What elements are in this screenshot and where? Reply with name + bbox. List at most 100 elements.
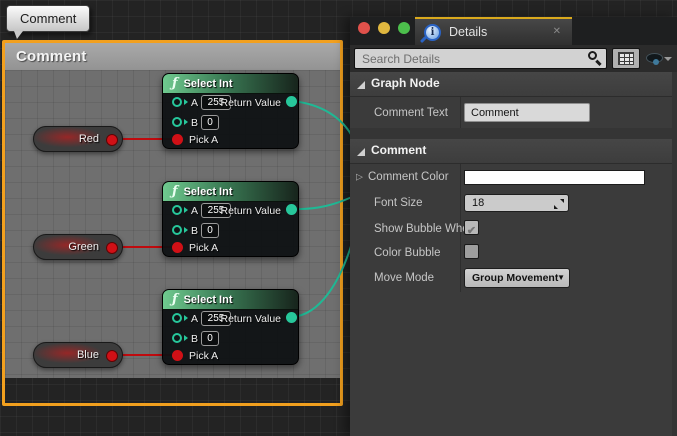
blueprint-editor: Comment ƒ Select Int A 255 Return Value … (0, 0, 677, 436)
comment-group-title: Comment (16, 48, 87, 65)
search-toolbar (350, 45, 677, 72)
dropdown-caret-icon: ▼ (557, 273, 565, 282)
row-comment-text: Comment Text (350, 97, 677, 128)
details-panel: i Details ✕ (350, 17, 677, 436)
pin-a-label: A (191, 205, 198, 217)
section-expanded-icon[interactable] (357, 81, 365, 89)
section-graph-node[interactable]: Graph Node (350, 72, 677, 97)
comment-tooltip: Comment (6, 5, 90, 32)
pin-b-chevron-icon (184, 335, 188, 341)
return-value-label: Return Value (220, 97, 281, 109)
pin-b-value-field[interactable]: 0 (201, 115, 219, 130)
node-title: Select Int (184, 294, 233, 306)
variable-output-pin[interactable] (106, 242, 118, 254)
select-int-node-2-header[interactable]: ƒ Select Int (163, 182, 298, 202)
pick-a-label: Pick A (189, 350, 218, 362)
node-title: Select Int (184, 186, 233, 198)
tab-close-icon[interactable]: ✕ (553, 26, 561, 37)
pin-b-label: B (191, 225, 198, 237)
return-value-pin[interactable] (286, 204, 297, 215)
function-icon: ƒ (172, 77, 178, 90)
window-zoom-button[interactable] (398, 22, 410, 34)
variable-output-pin[interactable] (106, 134, 118, 146)
pin-b-value-field[interactable]: 0 (201, 223, 219, 238)
font-size-field[interactable]: 18 (464, 194, 569, 212)
node-title: Select Int (184, 78, 233, 90)
select-int-node-3[interactable]: ƒ Select Int A 255 Return Value B 0 Pick… (162, 289, 299, 365)
variable-node-blue[interactable]: Blue (33, 342, 123, 368)
view-options-button[interactable] (646, 50, 672, 67)
function-icon: ƒ (172, 185, 178, 198)
pin-b-input[interactable] (172, 333, 182, 343)
search-input[interactable] (354, 48, 607, 69)
pin-a-input[interactable] (172, 205, 182, 215)
pin-b-value-field[interactable]: 0 (201, 331, 219, 346)
return-value-pin[interactable] (286, 312, 297, 323)
pin-a-label: A (191, 97, 198, 109)
pin-b-label: B (191, 333, 198, 345)
pin-a-chevron-icon (184, 315, 188, 321)
pin-a-label: A (191, 313, 198, 325)
variable-node-red[interactable]: Red (33, 126, 123, 152)
scrollbar-track[interactable] (672, 72, 677, 436)
pick-a-pin[interactable] (172, 242, 183, 253)
pick-a-pin[interactable] (172, 134, 183, 145)
row-color-bubble: Color Bubble (350, 241, 677, 264)
comment-tooltip-text: Comment (20, 11, 76, 26)
window-minimize-button[interactable] (378, 22, 390, 34)
window-close-button[interactable] (358, 22, 370, 34)
pick-a-label: Pick A (189, 242, 218, 254)
row-move-mode: Move Mode Group Movement ▼ (350, 264, 677, 292)
property-matrix-button[interactable] (612, 48, 640, 69)
pin-a-chevron-icon (184, 207, 188, 213)
select-int-node-1[interactable]: ƒ Select Int A 255 Return Value B 0 Pick… (162, 73, 299, 149)
pick-a-label: Pick A (189, 134, 218, 146)
section-comment[interactable]: Comment (350, 139, 677, 164)
row-collapsed-icon[interactable]: ▷ (356, 172, 363, 183)
pin-b-input[interactable] (172, 117, 182, 127)
comment-color-swatch[interactable] (464, 170, 645, 185)
variable-node-green[interactable]: Green (33, 234, 123, 260)
variable-label: Red (79, 133, 99, 145)
return-value-label: Return Value (220, 313, 281, 325)
chevron-down-icon (664, 57, 672, 61)
pin-b-chevron-icon (184, 227, 188, 233)
section-gap (350, 128, 677, 139)
value-drag-icon[interactable] (554, 199, 564, 209)
details-body: Graph Node Comment Text Comment ▷ Commen… (350, 72, 677, 436)
select-int-node-3-header[interactable]: ƒ Select Int (163, 290, 298, 310)
pin-b-chevron-icon (184, 119, 188, 125)
color-bubble-checkbox[interactable] (464, 244, 479, 259)
details-info-icon: i (424, 24, 441, 41)
variable-output-pin[interactable] (106, 350, 118, 362)
eye-icon (646, 53, 663, 63)
function-icon: ƒ (172, 293, 178, 306)
row-comment-color: ▷ Comment Color (350, 164, 677, 190)
pin-a-input[interactable] (172, 313, 182, 323)
panel-title-bar[interactable]: i Details ✕ (350, 17, 677, 45)
comment-group-header[interactable]: Comment (5, 43, 340, 70)
check-icon: ✔ (467, 225, 476, 237)
tab-details-label: Details (449, 25, 487, 39)
variable-label: Blue (77, 349, 99, 361)
pin-a-input[interactable] (172, 97, 182, 107)
variable-label: Green (68, 241, 99, 253)
return-value-pin[interactable] (286, 96, 297, 107)
comment-text-field[interactable] (464, 103, 590, 122)
section-expanded-icon[interactable] (357, 148, 365, 156)
search-icon (587, 51, 602, 66)
grid-icon (618, 52, 634, 65)
move-mode-dropdown[interactable]: Group Movement ▼ (464, 268, 570, 288)
show-bubble-when-checkbox[interactable]: ✔ (464, 220, 479, 235)
pin-b-label: B (191, 117, 198, 129)
select-int-node-1-header[interactable]: ƒ Select Int (163, 74, 298, 94)
pin-b-input[interactable] (172, 225, 182, 235)
pin-a-chevron-icon (184, 99, 188, 105)
row-font-size: Font Size 18 (350, 190, 677, 216)
pick-a-pin[interactable] (172, 350, 183, 361)
select-int-node-2[interactable]: ƒ Select Int A 255 Return Value B 0 Pick… (162, 181, 299, 257)
tab-details[interactable]: i Details ✕ (415, 17, 572, 45)
row-show-bubble-when: Show Bubble When ✔ (350, 216, 677, 241)
comment-tooltip-tail (14, 31, 23, 39)
return-value-label: Return Value (220, 205, 281, 217)
